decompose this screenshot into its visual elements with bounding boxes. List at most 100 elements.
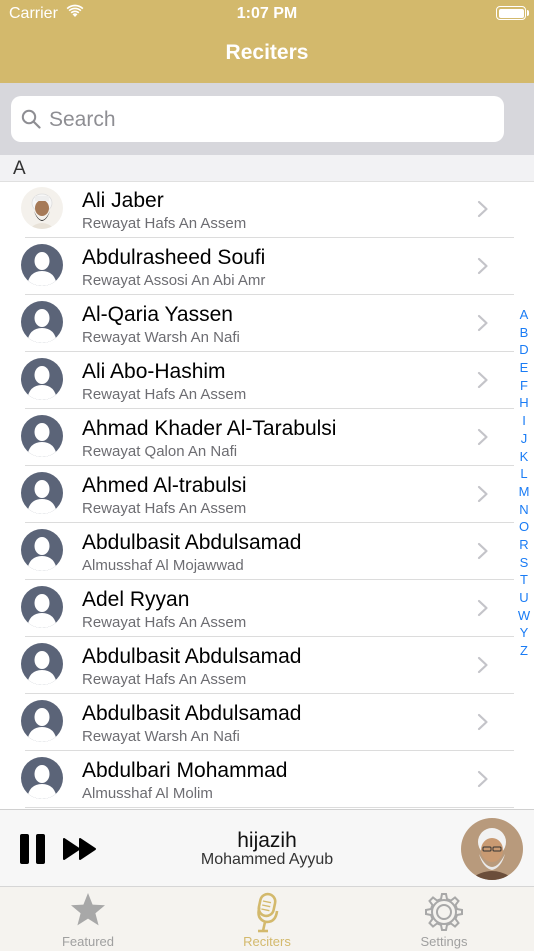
reciter-row[interactable]: Abdulbasit Abdulsamad Rewayat Hafs An Ass… xyxy=(0,637,534,694)
reciter-name: Ali Abo-Hashim xyxy=(82,360,226,383)
chevron-right-icon xyxy=(477,200,489,223)
navigation-header: Carrier 1:07 PM Reciters xyxy=(0,0,534,83)
tab-reciters-label: Reciters xyxy=(243,934,291,949)
tab-settings[interactable]: Settings xyxy=(374,887,514,951)
index-letter[interactable]: L xyxy=(514,465,534,483)
index-letter[interactable]: R xyxy=(514,536,534,554)
reciter-row[interactable]: Abdulbasit Abdulsamad Rewayat Warsh An Na… xyxy=(0,694,534,751)
clock: 1:07 PM xyxy=(236,5,298,22)
chevron-right-icon xyxy=(477,599,489,622)
tab-bar: Featured Reciters Settings xyxy=(0,886,534,951)
status-bar: Carrier 1:07 PM xyxy=(0,0,534,28)
tab-featured[interactable]: Featured xyxy=(18,887,158,951)
avatar-placeholder-icon xyxy=(21,529,63,571)
gear-icon xyxy=(425,893,463,931)
reciter-riwaya: Rewayat Hafs An Assem xyxy=(82,500,247,517)
reciter-name: Ahmad Khader Al-Tarabulsi xyxy=(82,417,337,440)
avatar-placeholder-icon xyxy=(21,415,63,457)
avatar-placeholder-icon xyxy=(21,757,63,799)
reciter-name: Abdulbasit Abdulsamad xyxy=(82,702,302,725)
index-letter[interactable]: N xyxy=(514,501,534,519)
battery-icon xyxy=(496,6,529,20)
index-letter[interactable]: W xyxy=(514,607,534,625)
alphabet-index[interactable]: ABDEFHIJKLMNORSTUWYZ xyxy=(514,306,534,660)
index-letter[interactable]: A xyxy=(514,306,534,324)
index-letter[interactable]: O xyxy=(514,518,534,536)
index-letter[interactable]: J xyxy=(514,430,534,448)
reciter-riwaya: Rewayat Hafs An Assem xyxy=(82,215,247,232)
reciter-name: Al-Qaria Yassen xyxy=(82,303,233,326)
reciter-riwaya: Rewayat Hafs An Assem xyxy=(82,671,247,688)
tab-settings-label: Settings xyxy=(420,934,468,949)
reciter-name: Adel Ryyan xyxy=(82,588,190,611)
chevron-right-icon xyxy=(477,656,489,679)
reciter-riwaya: Rewayat Hafs An Assem xyxy=(82,614,247,631)
chevron-right-icon xyxy=(477,314,489,337)
now-playing-bar[interactable]: hijazih Mohammed Ayyub xyxy=(0,809,534,887)
star-icon xyxy=(71,893,105,926)
reciter-name: Abdulbasit Abdulsamad xyxy=(82,645,302,668)
avatar-placeholder-icon xyxy=(21,472,63,514)
reciter-row[interactable]: Adel Ryyan Rewayat Hafs An Assem xyxy=(0,580,534,637)
avatar-placeholder-icon xyxy=(21,301,63,343)
index-letter[interactable]: K xyxy=(514,448,534,466)
index-letter[interactable]: M xyxy=(514,483,534,501)
section-letter: A xyxy=(13,158,26,179)
reciter-riwaya: Rewayat Qalon An Nafi xyxy=(82,443,238,460)
index-letter[interactable]: D xyxy=(514,341,534,359)
reciter-row[interactable]: Al-Qaria Yassen Rewayat Warsh An Nafi xyxy=(0,295,534,352)
avatar-placeholder-icon xyxy=(21,700,63,742)
index-letter[interactable]: Z xyxy=(514,642,534,660)
chevron-right-icon xyxy=(477,713,489,736)
index-letter[interactable]: T xyxy=(514,571,534,589)
reciter-riwaya: Rewayat Warsh An Nafi xyxy=(82,329,240,346)
reciter-row[interactable]: Abdulbari Mohammad Almusshaf Al Molim xyxy=(0,751,534,808)
reciter-riwaya: Rewayat Hafs An Assem xyxy=(82,386,247,403)
reciter-riwaya: Rewayat Assosi An Abi Amr xyxy=(82,272,266,289)
avatar-placeholder-icon xyxy=(21,244,63,286)
row-separator xyxy=(25,807,514,808)
reciter-riwaya: Almusshaf Al Molim xyxy=(82,785,213,802)
reciter-row[interactable]: Ahmad Khader Al-Tarabulsi Rewayat Qalon A… xyxy=(0,409,534,466)
index-letter[interactable]: U xyxy=(514,589,534,607)
reciter-name: Ahmed Al-trabulsi xyxy=(82,474,247,497)
chevron-right-icon xyxy=(477,542,489,565)
reciter-riwaya: Almusshaf Al Mojawwad xyxy=(82,557,244,574)
tab-reciters[interactable]: Reciters xyxy=(197,887,337,951)
search-icon xyxy=(21,109,41,129)
microphone-icon xyxy=(257,892,279,933)
index-letter[interactable]: Y xyxy=(514,624,534,642)
track-title: hijazih xyxy=(237,829,297,852)
reciter-name: Abdulrasheed Soufi xyxy=(82,246,266,269)
index-letter[interactable]: S xyxy=(514,554,534,572)
section-header: A xyxy=(0,155,534,182)
chevron-right-icon xyxy=(477,371,489,394)
reciter-list[interactable]: Ali Jaber Rewayat Hafs An Assem Abdulrashe… xyxy=(0,181,534,809)
chevron-right-icon xyxy=(477,257,489,280)
chevron-right-icon xyxy=(477,770,489,793)
reciter-photo xyxy=(21,187,63,229)
player-reciter-photo[interactable] xyxy=(461,818,523,880)
reciter-row[interactable]: Abdulbasit Abdulsamad Almusshaf Al Mojaww… xyxy=(0,523,534,580)
reciter-row[interactable]: Ali Abo-Hashim Rewayat Hafs An Assem xyxy=(0,352,534,409)
avatar-placeholder-icon xyxy=(21,643,63,685)
reciter-name: Abdulbasit Abdulsamad xyxy=(82,531,302,554)
page-title: Reciters xyxy=(225,41,309,64)
avatar-placeholder-icon xyxy=(21,358,63,400)
reciter-row[interactable]: Ali Jaber Rewayat Hafs An Assem xyxy=(0,181,534,238)
index-letter[interactable]: I xyxy=(514,412,534,430)
index-letter[interactable]: B xyxy=(514,324,534,342)
index-letter[interactable]: E xyxy=(514,359,534,377)
track-artist: Mohammed Ayyub xyxy=(200,851,334,868)
reciter-name: Abdulbari Mohammad xyxy=(82,759,288,782)
search-input[interactable] xyxy=(47,96,491,144)
search-bar xyxy=(0,83,534,155)
avatar-placeholder-icon xyxy=(21,586,63,628)
index-letter[interactable]: F xyxy=(514,377,534,395)
reciter-row[interactable]: Abdulrasheed Soufi Rewayat Assosi An Abi … xyxy=(0,238,534,295)
index-letter[interactable]: H xyxy=(514,394,534,412)
reciter-row[interactable]: Ahmed Al-trabulsi Rewayat Hafs An Assem xyxy=(0,466,534,523)
chevron-right-icon xyxy=(477,428,489,451)
reciter-name: Ali Jaber xyxy=(82,189,164,212)
search-field-container[interactable] xyxy=(11,96,504,144)
